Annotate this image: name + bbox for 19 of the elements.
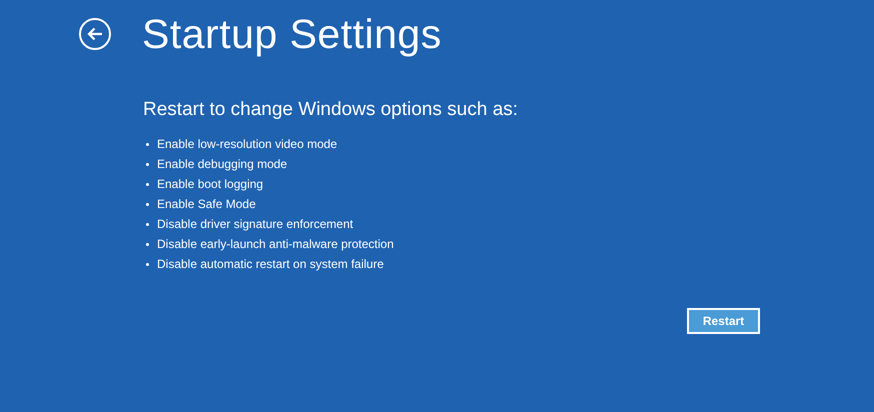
back-arrow-icon	[87, 27, 103, 41]
bullet-icon	[146, 182, 149, 186]
option-text: Enable Safe Mode	[157, 196, 256, 213]
bullet-icon	[146, 202, 149, 206]
option-text: Enable debugging mode	[157, 156, 288, 173]
subtitle: Restart to change Windows options such as:	[143, 98, 519, 122]
restart-button[interactable]: Restart	[687, 308, 760, 334]
option-text: Enable boot logging	[157, 176, 264, 193]
page-title: Startup Settings	[142, 10, 442, 59]
option-text: Disable automatic restart on system failure	[157, 256, 384, 273]
back-button[interactable]	[79, 18, 111, 50]
bullet-icon	[146, 262, 149, 266]
bullet-icon	[146, 222, 149, 226]
option-text: Disable driver signature enforcement	[157, 216, 354, 233]
bullet-icon	[146, 242, 149, 246]
bullet-icon	[146, 162, 149, 166]
bullet-icon	[146, 142, 149, 146]
option-text: Enable low-resolution video mode	[157, 136, 338, 153]
option-text: Disable early-launch anti-malware protection	[157, 236, 394, 253]
